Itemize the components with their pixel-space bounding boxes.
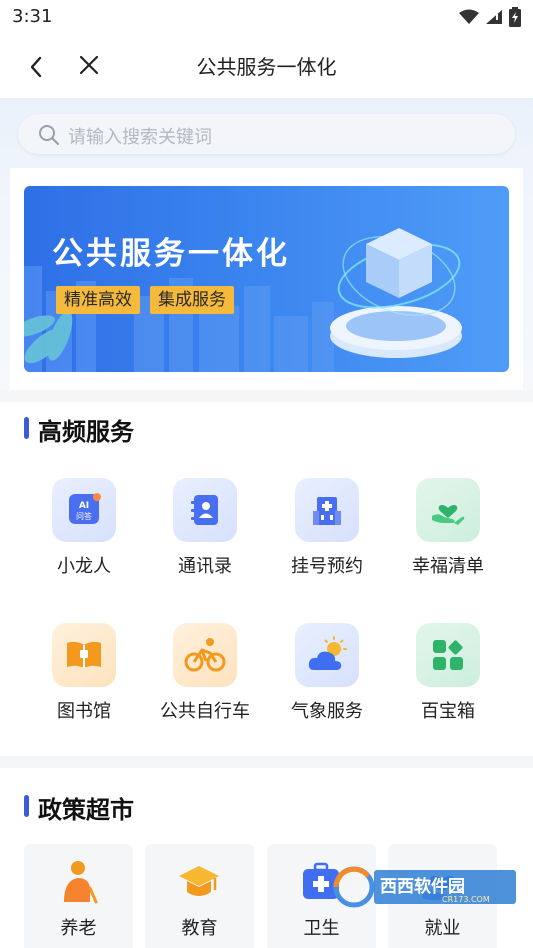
weather-icon bbox=[295, 623, 359, 687]
section-accent-bar bbox=[24, 795, 29, 817]
service-weather[interactable]: 气象服务 bbox=[267, 623, 387, 723]
policy-elderly[interactable]: 养老 bbox=[24, 844, 133, 948]
section-title: 高频服务 bbox=[38, 418, 134, 446]
bicycle-icon bbox=[173, 623, 237, 687]
service-xiaolongren[interactable]: AI 问答 小龙人 bbox=[24, 478, 144, 578]
banner-card: 公共服务一体化 精准高效 集成服务 bbox=[10, 168, 523, 390]
policy-education[interactable]: 教育 bbox=[145, 844, 254, 948]
banner-title: 公共服务一体化 bbox=[52, 236, 290, 272]
wifi-icon bbox=[459, 9, 479, 24]
heart-hand-icon bbox=[416, 478, 480, 542]
banner-tag: 精准高效 bbox=[56, 286, 140, 314]
search-input[interactable]: 请输入搜索关键词 bbox=[18, 114, 515, 154]
service-contacts[interactable]: 通讯录 bbox=[145, 478, 265, 578]
service-label: 气象服务 bbox=[291, 701, 363, 722]
status-bar: 3:31 bbox=[0, 0, 533, 36]
svg-text:西西软件园: 西西软件园 bbox=[380, 876, 465, 897]
nav-bar: 公共服务一体化 bbox=[0, 36, 533, 98]
page-title: 公共服务一体化 bbox=[196, 55, 337, 79]
ai-qa-icon: AI 问答 bbox=[52, 478, 116, 542]
service-library[interactable]: 图书馆 bbox=[24, 623, 144, 723]
contacts-icon bbox=[173, 478, 237, 542]
section-title: 政策超市 bbox=[38, 796, 134, 824]
grid-box-icon bbox=[416, 623, 480, 687]
search-placeholder: 请输入搜索关键词 bbox=[68, 127, 212, 148]
service-label: 图书馆 bbox=[57, 701, 111, 722]
policy-label: 卫生 bbox=[303, 918, 340, 939]
book-icon bbox=[52, 623, 116, 687]
signal-icon bbox=[486, 10, 502, 24]
policy-label: 教育 bbox=[181, 918, 218, 939]
service-label: 公共自行车 bbox=[160, 701, 250, 722]
section-accent-bar bbox=[24, 417, 29, 439]
policy-label: 就业 bbox=[424, 918, 461, 939]
service-public-bike[interactable]: 公共自行车 bbox=[145, 623, 265, 723]
service-label: 挂号预约 bbox=[291, 556, 363, 577]
search-zone: 请输入搜索关键词 公共服务一体化 精准高效 集成服务 bbox=[0, 98, 533, 390]
battery-icon bbox=[509, 7, 521, 27]
search-icon bbox=[39, 125, 60, 146]
banner[interactable]: 公共服务一体化 精准高效 集成服务 bbox=[24, 186, 509, 372]
watermark-logo: 西西软件园 CR173.COM bbox=[330, 862, 522, 912]
policy-label: 养老 bbox=[60, 918, 97, 939]
service-label: 百宝箱 bbox=[421, 701, 475, 722]
svg-text:AI: AI bbox=[79, 501, 89, 511]
svg-text:问答: 问答 bbox=[76, 511, 92, 521]
section-divider bbox=[0, 390, 533, 402]
status-time: 3:31 bbox=[12, 6, 53, 27]
service-registration[interactable]: 挂号预约 bbox=[267, 478, 387, 578]
section-divider bbox=[0, 756, 533, 768]
service-label: 小龙人 bbox=[57, 556, 111, 577]
service-label: 幸福清单 bbox=[412, 556, 484, 577]
high-frequency-section: 高频服务 AI 问答 小龙人 通讯录 挂号预约 幸福清单 图书馆 公共自行车 气… bbox=[0, 402, 533, 756]
elderly-icon bbox=[64, 861, 98, 904]
city-illustration bbox=[24, 228, 462, 372]
service-label: 通讯录 bbox=[178, 556, 232, 577]
status-icons bbox=[459, 7, 521, 27]
hospital-icon bbox=[295, 478, 359, 542]
banner-tag: 集成服务 bbox=[150, 286, 234, 314]
service-happiness-list[interactable]: 幸福清单 bbox=[388, 478, 508, 578]
graduation-cap-icon bbox=[179, 866, 219, 896]
svg-text:CR173.COM: CR173.COM bbox=[442, 895, 490, 904]
service-treasure-box[interactable]: 百宝箱 bbox=[388, 623, 508, 723]
